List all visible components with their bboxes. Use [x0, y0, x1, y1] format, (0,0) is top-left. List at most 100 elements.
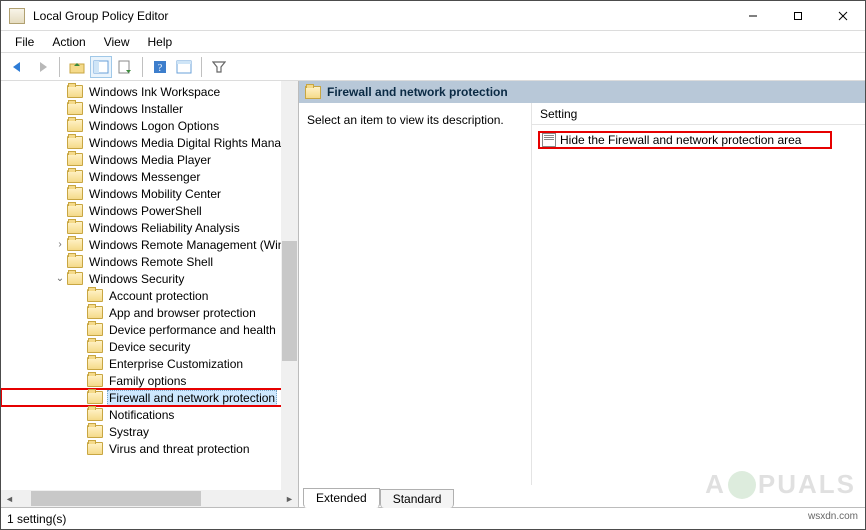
tree-item-label: Windows Media Digital Rights Manag — [87, 136, 290, 150]
export-list-icon[interactable] — [114, 56, 136, 78]
properties-icon[interactable] — [173, 56, 195, 78]
minimize-button[interactable] — [730, 1, 775, 30]
tree-item[interactable]: ›Family options — [1, 372, 298, 389]
tree-item-label: Windows Installer — [87, 102, 185, 116]
folder-icon — [67, 204, 83, 217]
menu-action[interactable]: Action — [44, 33, 93, 51]
tree-scrollbar-horizontal[interactable]: ◄ ► — [1, 490, 298, 507]
help-icon[interactable]: ? — [149, 56, 171, 78]
folder-icon — [67, 272, 83, 285]
folder-icon — [87, 357, 103, 370]
tree-item[interactable]: ›Windows PowerShell — [1, 202, 298, 219]
back-button[interactable] — [7, 56, 29, 78]
tree-item-label: Windows Logon Options — [87, 119, 221, 133]
tree-scrollbar-vertical[interactable] — [281, 81, 298, 490]
tree-item[interactable]: ›Notifications — [1, 406, 298, 423]
tree-item[interactable]: ›Windows Remote Management (Winl — [1, 236, 298, 253]
tree-item-label: Windows Mobility Center — [87, 187, 223, 201]
tree-item[interactable]: ›Device performance and health — [1, 321, 298, 338]
folder-icon — [67, 255, 83, 268]
folder-icon — [87, 340, 103, 353]
tree-item[interactable]: ›Windows Mobility Center — [1, 185, 298, 202]
tree-item[interactable]: ›Firewall and network protection — [1, 389, 298, 406]
tree-item-label: Firewall and network protection — [107, 390, 277, 406]
folder-icon — [87, 306, 103, 319]
titlebar: Local Group Policy Editor — [1, 1, 865, 31]
scroll-right-icon[interactable]: ► — [281, 490, 298, 507]
tree-item-label: Windows Ink Workspace — [87, 85, 222, 99]
tree-item-label: Device security — [107, 340, 192, 354]
details-tabs: Extended Standard — [299, 485, 865, 507]
details-heading: Firewall and network protection — [327, 85, 508, 99]
tree-item-label: Windows PowerShell — [87, 204, 204, 218]
policy-setting-icon — [542, 133, 556, 147]
tree-item-label: Windows Messenger — [87, 170, 202, 184]
tree-item[interactable]: ›App and browser protection — [1, 304, 298, 321]
tree-pane: ›Windows Ink Workspace›Windows Installer… — [1, 81, 299, 507]
folder-icon — [67, 153, 83, 166]
tree-item-label: Account protection — [107, 289, 210, 303]
window-title: Local Group Policy Editor — [33, 9, 730, 23]
scrollbar-thumb[interactable] — [282, 241, 297, 361]
toolbar-separator — [201, 57, 202, 77]
setting-item[interactable]: Hide the Firewall and network protection… — [538, 131, 832, 149]
folder-icon — [87, 323, 103, 336]
menu-file[interactable]: File — [7, 33, 42, 51]
tree-item-label: Systray — [107, 425, 151, 439]
tree-item[interactable]: ›Enterprise Customization — [1, 355, 298, 372]
tree-item-label: App and browser protection — [107, 306, 258, 320]
folder-icon — [305, 86, 321, 99]
folder-icon — [67, 238, 83, 251]
tree-item[interactable]: ›Windows Ink Workspace — [1, 83, 298, 100]
settings-column-header[interactable]: Setting — [532, 103, 865, 125]
column-header-label: Setting — [540, 107, 577, 121]
scroll-left-icon[interactable]: ◄ — [1, 490, 18, 507]
tree-item[interactable]: ›Virus and threat protection — [1, 440, 298, 457]
tree-item[interactable]: ›Device security — [1, 338, 298, 355]
tree-item[interactable]: ›Windows Installer — [1, 100, 298, 117]
folder-icon — [67, 170, 83, 183]
folder-icon — [87, 408, 103, 421]
forward-button[interactable] — [31, 56, 53, 78]
up-folder-icon[interactable] — [66, 56, 88, 78]
tree-item[interactable]: ›Windows Messenger — [1, 168, 298, 185]
tree-item-label: Windows Security — [87, 272, 186, 286]
toolbar-separator — [59, 57, 60, 77]
details-pane: Firewall and network protection Select a… — [299, 81, 865, 507]
tree-item[interactable]: ⌄ Windows Security — [1, 270, 298, 287]
tab-standard[interactable]: Standard — [380, 489, 455, 508]
maximize-button[interactable] — [775, 1, 820, 30]
svg-text:?: ? — [158, 63, 163, 74]
tree-item[interactable]: ›Windows Logon Options — [1, 117, 298, 134]
folder-icon — [67, 85, 83, 98]
app-window: Local Group Policy Editor File Action Vi… — [0, 0, 866, 530]
menu-view[interactable]: View — [96, 33, 138, 51]
folder-icon — [87, 442, 103, 455]
tree-item[interactable]: ›Systray — [1, 423, 298, 440]
tree-item[interactable]: ›Windows Remote Shell — [1, 253, 298, 270]
menubar: File Action View Help — [1, 31, 865, 53]
policy-tree[interactable]: ›Windows Ink Workspace›Windows Installer… — [1, 81, 298, 507]
toolbar: ? — [1, 53, 865, 81]
tab-extended[interactable]: Extended — [303, 488, 380, 508]
folder-icon — [67, 119, 83, 132]
filter-icon[interactable] — [208, 56, 230, 78]
tree-item-label: Windows Remote Shell — [87, 255, 215, 269]
tree-item[interactable]: ›Windows Media Player — [1, 151, 298, 168]
close-button[interactable] — [820, 1, 865, 30]
tree-item[interactable]: ›Account protection — [1, 287, 298, 304]
tree-item[interactable]: ›Windows Reliability Analysis — [1, 219, 298, 236]
settings-list: Hide the Firewall and network protection… — [532, 125, 865, 485]
scrollbar-thumb[interactable] — [31, 491, 201, 506]
tree-item[interactable]: ›Windows Media Digital Rights Manag — [1, 134, 298, 151]
toolbar-separator — [142, 57, 143, 77]
collapse-icon[interactable]: ⌄ — [53, 273, 67, 284]
status-text: 1 setting(s) — [7, 512, 66, 526]
show-hide-tree-icon[interactable] — [90, 56, 112, 78]
expand-icon[interactable]: › — [53, 239, 67, 250]
folder-icon — [67, 102, 83, 115]
menu-help[interactable]: Help — [140, 33, 181, 51]
tree-item-label: Device performance and health — [107, 323, 278, 337]
statusbar: 1 setting(s) — [1, 507, 865, 529]
tree-item-label: Virus and threat protection — [107, 442, 252, 456]
